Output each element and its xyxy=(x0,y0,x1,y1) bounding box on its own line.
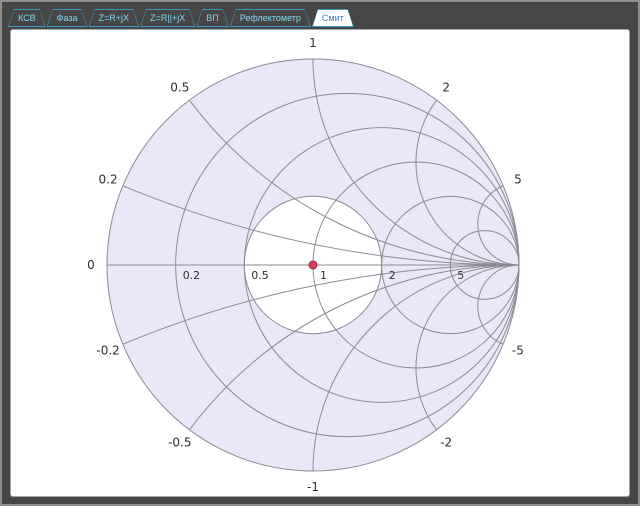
reactance-label--1: -1 xyxy=(307,480,319,494)
tab-smith[interactable]: Смит xyxy=(312,9,354,27)
reactance-label--5: -5 xyxy=(512,343,524,357)
smith-chart: 0 0.2 0.5 1 2 5 -0.2 -0.5 -1 -2 -5 0.2 0.5 1 2 5 xyxy=(11,30,629,496)
tab-reflectometer-label: Рефлектометр xyxy=(231,10,310,26)
tab-ksv-label: КСВ xyxy=(9,10,45,26)
tab-vp[interactable]: ВП xyxy=(196,9,228,27)
tab-z-series-label: Z=R+jX xyxy=(90,10,139,26)
tab-bar: КСВ Фаза Z=R+jX Z=R||+jX ВП Рефлектометр… xyxy=(8,8,355,27)
reactance-label-5: 5 xyxy=(514,173,522,187)
tab-faza-label: Фаза xyxy=(48,10,87,26)
reactance-label-0: 0 xyxy=(87,258,95,272)
app-window: КСВ Фаза Z=R+jX Z=R||+jX ВП Рефлектометр… xyxy=(0,0,640,506)
reactance-label--0.5: -0.5 xyxy=(168,436,191,450)
tab-faza[interactable]: Фаза xyxy=(47,9,88,27)
resistance-label-0.2: 0.2 xyxy=(183,269,201,282)
tab-reflectometer[interactable]: Рефлектометр xyxy=(230,9,311,27)
reactance-label-0.2: 0.2 xyxy=(99,173,118,187)
tab-smith-label: Смит xyxy=(313,10,353,26)
tab-vp-label: ВП xyxy=(197,10,227,26)
reactance-label-0.5: 0.5 xyxy=(170,80,189,94)
reactance-label-2: 2 xyxy=(442,80,450,94)
resistance-label-5: 5 xyxy=(457,269,464,282)
measurement-marker xyxy=(309,261,317,269)
tab-z-parallel-label: Z=R||+jX xyxy=(141,10,194,26)
resistance-label-1: 1 xyxy=(320,269,327,282)
reactance-label-1: 1 xyxy=(309,36,317,50)
tab-ksv[interactable]: КСВ xyxy=(8,9,46,27)
chart-panel: 0 0.2 0.5 1 2 5 -0.2 -0.5 -1 -2 -5 0.2 0.5 1 2 5 xyxy=(10,29,630,497)
reactance-label--0.2: -0.2 xyxy=(96,343,119,357)
tab-z-parallel[interactable]: Z=R||+jX xyxy=(140,9,195,27)
resistance-label-2: 2 xyxy=(389,269,396,282)
tab-z-series[interactable]: Z=R+jX xyxy=(89,9,140,27)
resistance-label-0.5: 0.5 xyxy=(251,269,268,282)
reactance-label--2: -2 xyxy=(440,436,452,450)
